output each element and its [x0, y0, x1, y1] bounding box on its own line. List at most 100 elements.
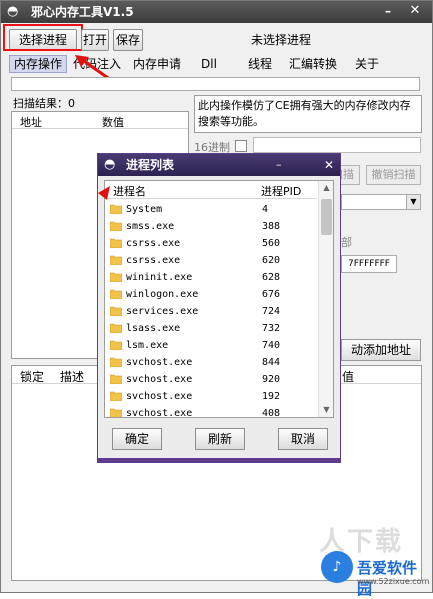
dialog-logo-icon: ◓: [104, 157, 116, 172]
process-list-scrollbar[interactable]: ▲ ▼: [318, 181, 333, 417]
process-name: smss.exe: [126, 221, 175, 232]
process-row[interactable]: lsass.exe 732: [105, 320, 317, 337]
process-row[interactable]: svchost.exe 844: [105, 354, 317, 371]
scroll-thumb[interactable]: [321, 199, 332, 235]
process-name: System: [126, 204, 163, 215]
folder-icon: [110, 221, 122, 231]
tab-memory-ops[interactable]: 内存操作: [9, 55, 68, 73]
process-pid: 920: [262, 374, 281, 385]
scan-result-label: 扫描结果：0: [13, 97, 75, 110]
process-row[interactable]: smss.exe 388: [105, 218, 317, 235]
process-pid: 560: [262, 238, 281, 249]
folder-icon: [110, 255, 122, 265]
process-row[interactable]: services.exe 724: [105, 303, 317, 320]
col-desc[interactable]: 描述: [60, 368, 84, 385]
tab-bar: 内存操作 代码注入 内存申请 Dll 线程 汇编转换 关于: [5, 55, 430, 73]
range-label: 部: [341, 236, 352, 249]
col-value[interactable]: 数值: [102, 114, 124, 130]
window-title: 邪心内存工具V1.5: [31, 5, 134, 19]
close-button[interactable]: ✕: [405, 3, 425, 19]
process-row[interactable]: csrss.exe 560: [105, 235, 317, 252]
highlight-box: [3, 24, 83, 51]
process-name: lsass.exe: [126, 323, 181, 334]
scan-list-header: 地址 数值: [12, 112, 188, 129]
process-pid: 628: [262, 272, 281, 283]
process-pid: 844: [262, 357, 281, 368]
tab-dll[interactable]: Dll: [201, 55, 217, 73]
watermark-url: www.52zixue.com: [357, 577, 430, 586]
scroll-up-icon[interactable]: ▲: [319, 181, 333, 195]
chevron-down-icon[interactable]: ▼: [406, 195, 420, 209]
folder-icon: [110, 408, 122, 417]
process-row[interactable]: wininit.exe 628: [105, 269, 317, 286]
open-button[interactable]: 打开: [81, 29, 109, 51]
col-lock[interactable]: 锁定: [20, 368, 44, 385]
col-process-name[interactable]: 进程名: [113, 183, 146, 199]
process-row[interactable]: svchost.exe 408: [105, 405, 317, 418]
process-name: svchost.exe: [126, 408, 193, 418]
folder-icon: [110, 323, 122, 333]
cancel-button[interactable]: 取消: [278, 428, 328, 450]
process-pid: 740: [262, 340, 281, 351]
description-text: 此内操作模仿了CE拥有强大的内存修改内存搜索等功能。: [194, 95, 422, 133]
process-row[interactable]: lsm.exe 740: [105, 337, 317, 354]
col-value[interactable]: 值: [342, 368, 354, 385]
process-pid: 676: [262, 289, 281, 300]
title-bar[interactable]: ◓ 邪心内存工具V1.5 – ✕: [1, 1, 432, 23]
watermark: ♪ 吾爱软件园 www.52zixue.com: [321, 549, 431, 598]
process-row[interactable]: svchost.exe 192: [105, 388, 317, 405]
process-pid: 620: [262, 255, 281, 266]
process-name: csrss.exe: [126, 238, 181, 249]
hex-checkbox[interactable]: [235, 140, 247, 152]
process-row[interactable]: csrss.exe 620: [105, 252, 317, 269]
ok-button[interactable]: 确定: [112, 428, 162, 450]
process-list-dialog: ◓ 进程列表 – ✕ 进程名 进程PID System 4 smss.exe 388 c…: [97, 153, 341, 463]
process-pid: 388: [262, 221, 281, 232]
search-value-field[interactable]: [11, 77, 420, 91]
process-name: svchost.exe: [126, 374, 193, 385]
process-name: csrss.exe: [126, 255, 181, 266]
folder-icon: [110, 289, 122, 299]
folder-icon: [110, 306, 122, 316]
process-name: lsm.exe: [126, 340, 169, 351]
process-pid: 408: [262, 408, 281, 418]
dialog-bottom-bar: [98, 458, 340, 462]
process-row[interactable]: System 4: [105, 201, 317, 218]
process-row[interactable]: winlogon.exe 676: [105, 286, 317, 303]
end-address-field[interactable]: 7FFFFFFF: [341, 255, 397, 273]
folder-icon: [110, 238, 122, 248]
app-logo-icon: ◓: [7, 4, 19, 19]
folder-icon: [110, 357, 122, 367]
folder-icon: [110, 204, 122, 214]
process-row[interactable]: svchost.exe 920: [105, 371, 317, 388]
folder-icon: [110, 391, 122, 401]
process-list[interactable]: 进程名 进程PID System 4 smss.exe 388 csrss.exe 560…: [104, 180, 334, 418]
dialog-title-bar[interactable]: ◓ 进程列表 – ✕: [98, 154, 340, 176]
undo-scan-button[interactable]: 撤销扫描: [366, 165, 421, 185]
scroll-down-icon[interactable]: ▼: [319, 403, 333, 417]
dialog-minimize-button[interactable]: –: [276, 157, 282, 173]
process-pid: 732: [262, 323, 281, 334]
col-address[interactable]: 地址: [20, 114, 42, 130]
red-pointer-icon: [98, 186, 110, 200]
main-window: ◓ 邪心内存工具V1.5 – ✕ 选择进程 打开 保存 未选择进程 内存操作 代…: [0, 0, 433, 598]
process-pid: 192: [262, 391, 281, 402]
process-name: services.exe: [126, 306, 199, 317]
process-name: wininit.exe: [126, 272, 193, 283]
tab-about[interactable]: 关于: [355, 55, 379, 73]
tab-thread[interactable]: 线程: [248, 55, 272, 73]
refresh-button[interactable]: 刷新: [195, 428, 245, 450]
add-address-button[interactable]: 动添加地址: [341, 339, 421, 361]
process-list-header: 进程名 进程PID: [105, 181, 317, 199]
col-process-pid[interactable]: 进程PID: [261, 183, 301, 199]
folder-icon: [110, 374, 122, 384]
tab-asm-convert[interactable]: 汇编转换: [289, 55, 337, 73]
process-name: svchost.exe: [126, 357, 193, 368]
tab-memory-alloc[interactable]: 内存申请: [133, 55, 181, 73]
process-name: winlogon.exe: [126, 289, 199, 300]
scan-value-input[interactable]: [253, 137, 421, 153]
scan-type-select[interactable]: ▼: [341, 194, 421, 210]
save-button[interactable]: 保存: [113, 29, 143, 51]
dialog-close-button[interactable]: ✕: [324, 157, 334, 173]
minimize-button[interactable]: –: [379, 3, 397, 19]
